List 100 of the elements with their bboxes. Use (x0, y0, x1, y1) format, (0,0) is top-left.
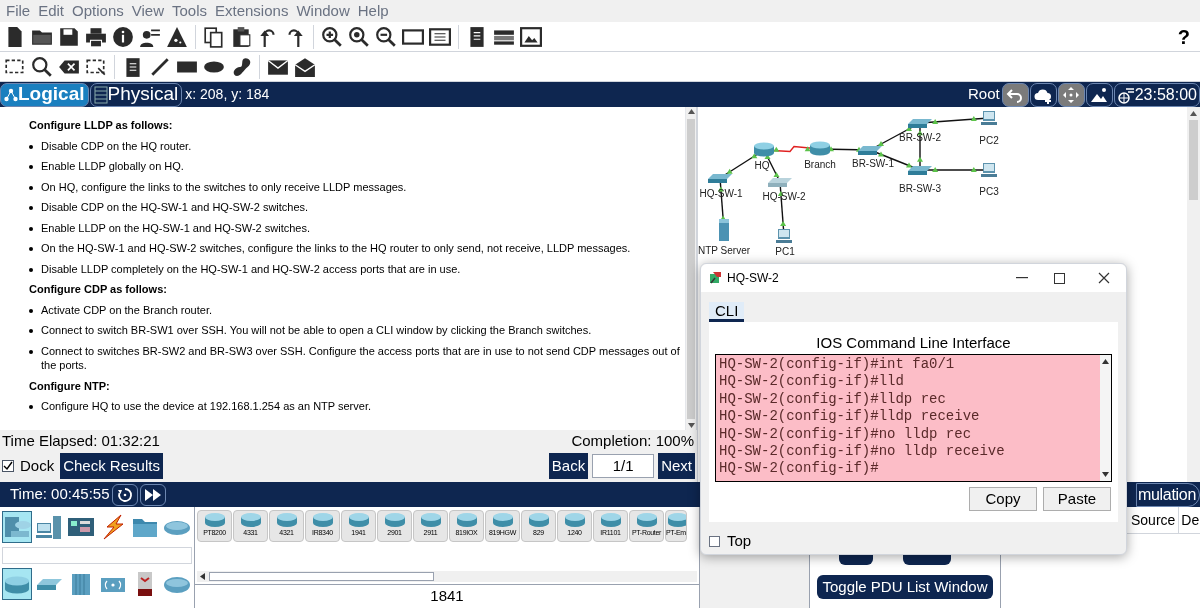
terminal-line: HQ-SW-2(config-if)# (719, 460, 880, 478)
printer-icon[interactable] (85, 25, 107, 48)
switch-icon[interactable] (708, 174, 732, 183)
column-header[interactable]: De (1178, 507, 1200, 533)
app-icon (709, 271, 723, 285)
cli-action-button[interactable]: Copy (969, 487, 1037, 511)
computer-icon[interactable] (776, 229, 792, 243)
zoom-out-icon[interactable] (375, 25, 397, 48)
scroll-up-icon[interactable] (1102, 359, 1109, 364)
menu-item[interactable]: Extensions (211, 0, 293, 23)
bullet-icon (29, 144, 33, 149)
logical-tab[interactable]: Logical (0, 82, 89, 107)
back-button[interactable]: Back (548, 453, 589, 479)
instruction-text: Configure HQ to use the device at 192.168.1.254 as an NTP server. (41, 399, 372, 414)
zoom-reset-icon[interactable] (348, 25, 370, 48)
menu-item[interactable]: File (2, 0, 35, 23)
cli-tab[interactable]: CLI (709, 302, 745, 322)
check-results-button[interactable]: Check Results (60, 453, 163, 479)
terminal-line: HQ-SW-2(config-if)#lld (719, 373, 905, 391)
menu-item[interactable]: Window (292, 0, 354, 23)
next-button[interactable]: Next (658, 453, 695, 479)
vertical-scrollbar[interactable] (685, 107, 696, 430)
close-icon[interactable] (1098, 272, 1110, 284)
time-elapsed-text: Time Elapsed: 01:32:21 (2, 430, 160, 451)
vertical-scrollbar[interactable] (1100, 355, 1111, 481)
paste-icon[interactable] (230, 25, 252, 48)
vertical-scrollbar[interactable] (1187, 107, 1200, 482)
router-icon (382, 511, 407, 528)
globe-arrows-icon (1116, 85, 1135, 104)
page-field[interactable]: 1/1 (592, 454, 655, 478)
instruction-text: On the HQ-SW-1 and HQ-SW-2 switches, configure the links to the HQ router to only send, not receive, LLDP messages. (41, 241, 632, 256)
copy-icon[interactable] (203, 25, 225, 48)
switch-icon[interactable] (908, 166, 932, 175)
picture-icon[interactable] (520, 25, 542, 48)
switch-icon[interactable] (768, 178, 792, 187)
scroll-down-icon[interactable] (687, 423, 695, 428)
scroll-left-icon[interactable] (200, 573, 205, 580)
terminal-line: HQ-SW-2(config-if)#lldp rec (719, 390, 947, 409)
computer-icon (35, 513, 63, 541)
back-button[interactable] (1001, 82, 1029, 107)
computer-icon[interactable] (981, 163, 997, 177)
device-label: HQ (754, 160, 770, 171)
fast-forward-button[interactable] (139, 483, 166, 506)
switch-icon[interactable] (908, 119, 932, 128)
scroll-thumb[interactable] (687, 119, 695, 419)
zoom-in-icon[interactable] (321, 25, 343, 48)
menu-item[interactable]: View (127, 0, 168, 23)
info-icon[interactable] (112, 25, 134, 48)
column-header[interactable]: Source (1129, 507, 1178, 533)
scroll-thumb[interactable] (209, 572, 434, 581)
instruction-text: Disable LLDP completely on the HQ-SW-1 and HQ-SW-2 access ports that are in use. (41, 261, 462, 276)
list-window-icon[interactable] (429, 25, 451, 48)
terminal-line: HQ-SW-2(config-if)#no lldp rec (719, 425, 973, 444)
menu-item[interactable]: Help (353, 0, 393, 23)
move-button[interactable] (1057, 82, 1085, 107)
scroll-down-icon[interactable] (1102, 472, 1109, 477)
bullet-icon (29, 226, 33, 231)
reset-button[interactable] (111, 483, 138, 506)
instruction-text: On HQ, configure the links to the switches to only receive LLDP messages. (41, 179, 408, 194)
physical-tab[interactable]: Physical (89, 82, 183, 107)
clock-button[interactable]: 23:58:00 (1113, 82, 1200, 107)
help-button[interactable]: ? (1177, 21, 1190, 52)
router-icon[interactable] (810, 141, 830, 156)
pdu-button[interactable] (839, 555, 873, 565)
bullet-icon (29, 329, 33, 333)
scroll-thumb[interactable] (1189, 120, 1198, 200)
search-icon[interactable] (31, 55, 53, 78)
router-icon (666, 511, 686, 528)
dock-checkbox[interactable] (2, 460, 14, 472)
cloud-button[interactable] (1029, 82, 1057, 107)
bullet-icon (29, 308, 33, 313)
switch-icon[interactable] (858, 146, 882, 155)
toggle-pdu-list-button[interactable]: Toggle PDU List Window (817, 575, 993, 599)
instruction-text: Connect to switch BR-SW1 over SSH. You will not be able to open a CLI window by clicking the Branch switches. (41, 323, 593, 338)
router-icon (418, 511, 443, 528)
horizontal-scrollbar[interactable] (197, 571, 697, 582)
scroll-up-icon[interactable] (687, 109, 695, 114)
maximize-icon[interactable] (1054, 272, 1065, 284)
router-icon (490, 511, 515, 528)
cli-action-button[interactable]: Paste (1043, 487, 1111, 511)
router-icon (562, 511, 587, 528)
terminal-output[interactable]: HQ-SW-2(config-if)#int fa0/1 HQ-SW-2(config-if)#lld HQ-SW-2(config-if)#lldp rec HQ-SW-2(config-if)#lldp receive HQ-SW-2(config-if)#no lldp rec HQ-SW-2(config-if)#no lldp receive HQ-SW-2(config-if)# (715, 354, 1112, 482)
minimize-icon[interactable] (1016, 277, 1028, 279)
menu-item[interactable]: Options (68, 0, 128, 23)
menu-item[interactable]: Tools (168, 0, 211, 23)
instruction-text: Activate CDP on the Branch router. (41, 302, 213, 317)
pyramid-icon[interactable] (166, 25, 188, 48)
router-icon (454, 511, 479, 528)
top-checkbox[interactable] (709, 535, 720, 547)
save-icon[interactable] (58, 25, 80, 48)
scroll-up-icon[interactable] (1190, 111, 1197, 116)
device-label: BR-SW-3 (899, 183, 941, 194)
router-icon (310, 511, 335, 528)
terminal-line: HQ-SW-2(config-if)#no lldp receive (719, 443, 1006, 461)
pdu-button[interactable] (903, 555, 951, 565)
computer-icon[interactable] (981, 111, 997, 125)
router-icon[interactable] (754, 142, 774, 157)
bullet-icon (29, 349, 33, 354)
move-icon (1062, 85, 1081, 104)
menu-item[interactable]: Edit (34, 0, 69, 23)
